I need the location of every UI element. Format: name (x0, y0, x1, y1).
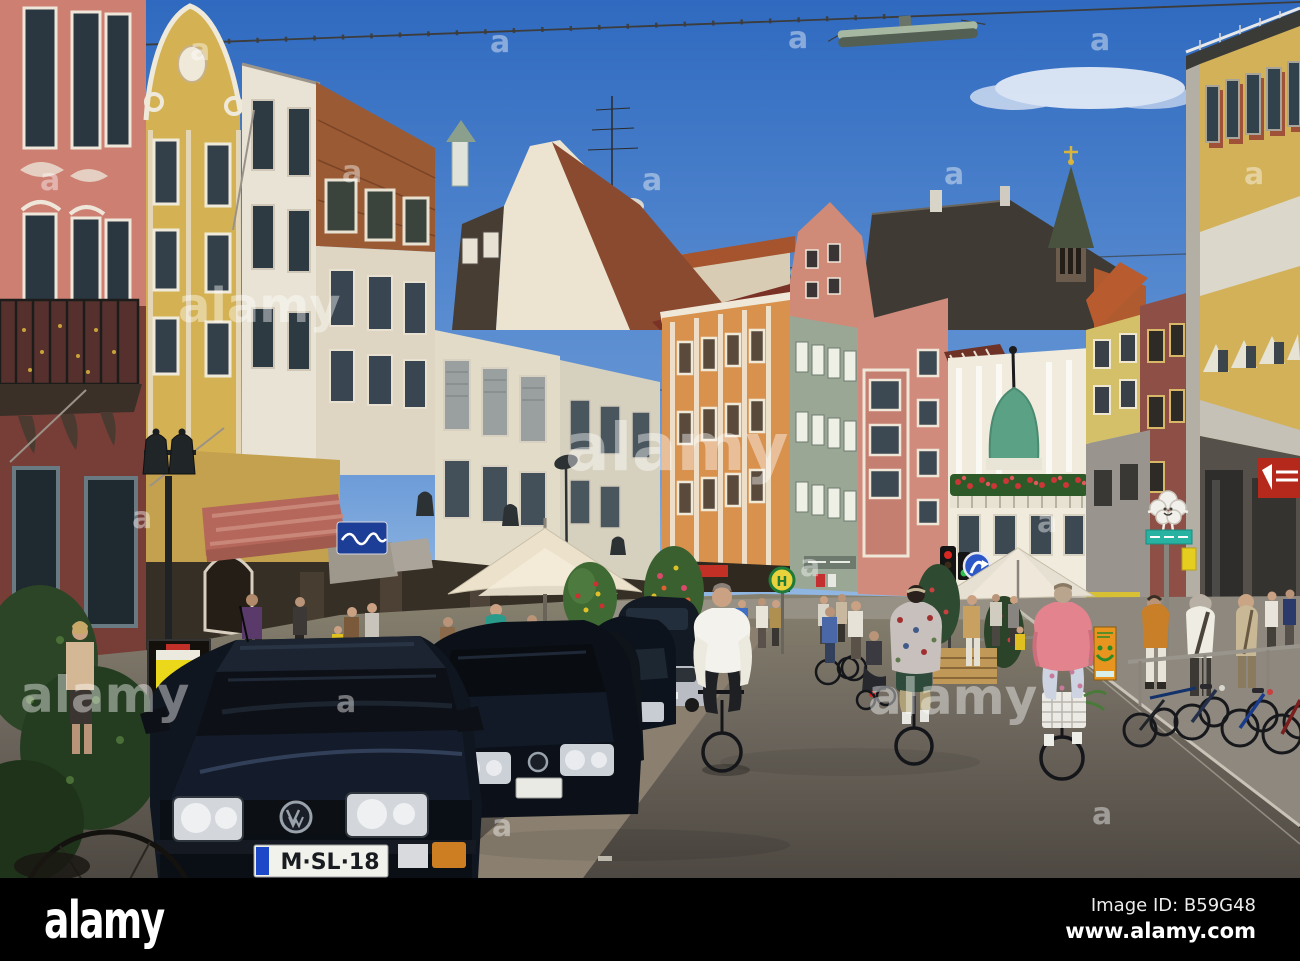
head (712, 587, 732, 607)
svg-text:a: a (1244, 157, 1264, 192)
svg-text:a: a (1092, 797, 1112, 832)
svg-text:a: a (492, 809, 512, 844)
svg-text:alamy: alamy (178, 278, 341, 334)
head (907, 585, 925, 603)
street-scene-photo: H M·SL·18 alamy alamy alamy alamy a a a … (0, 0, 1300, 878)
svg-text:a: a (944, 157, 964, 192)
blue-shop-sign (336, 521, 388, 555)
headlight-left (172, 796, 244, 842)
svg-text:a: a (800, 549, 820, 584)
svg-text:a: a (490, 25, 510, 60)
svg-text:alamy: alamy (868, 668, 1037, 726)
svg-text:a: a (788, 21, 808, 56)
geranium-flower-boxes (950, 474, 1088, 508)
salmon-rococo-building (0, 0, 146, 668)
alamy-stock-photo-page: H M·SL·18 alamy alamy alamy alamy a a a … (0, 0, 1300, 961)
license-plate: M·SL·18 (253, 844, 389, 878)
alamy-logo: alamy (44, 889, 165, 950)
plate-number: M·SL·18 (280, 850, 379, 875)
vw-badge (279, 800, 313, 834)
yellow-baroque-building (143, 3, 244, 470)
image-id-text: Image ID: B59G48 (1090, 895, 1256, 917)
alamy-url: www.alamy.com (1065, 918, 1256, 943)
footer-info: Image ID: B59G48 www.alamy.com (1065, 895, 1256, 944)
svg-text:alamy: alamy (20, 666, 189, 724)
svg-text:alamy: alamy (565, 409, 789, 486)
svg-text:a: a (342, 155, 362, 190)
modern-building-right (1185, 6, 1300, 660)
amber-indicator (432, 842, 466, 868)
bus-stop-letter: H (777, 575, 788, 590)
red-store-sign (1258, 458, 1300, 498)
white-building (241, 62, 321, 470)
eu-band (256, 847, 269, 875)
alamy-footer-bar: alamy Image ID: B59G48 www.alamy.com (0, 878, 1300, 961)
headlight-right (345, 792, 429, 838)
svg-text:a: a (642, 163, 662, 198)
pink-bay-building (858, 298, 948, 598)
svg-text:a: a (336, 685, 356, 720)
svg-text:a: a (1037, 505, 1057, 540)
svg-text:a: a (190, 33, 210, 68)
svg-text:a: a (132, 501, 152, 536)
svg-text:a: a (1090, 23, 1110, 58)
svg-text:a: a (40, 163, 60, 198)
pink-sweater (1034, 602, 1092, 671)
smiley-transit-sign (1093, 626, 1117, 681)
red-light (944, 551, 952, 559)
right-cream-and-maroon-buildings (1086, 262, 1190, 644)
